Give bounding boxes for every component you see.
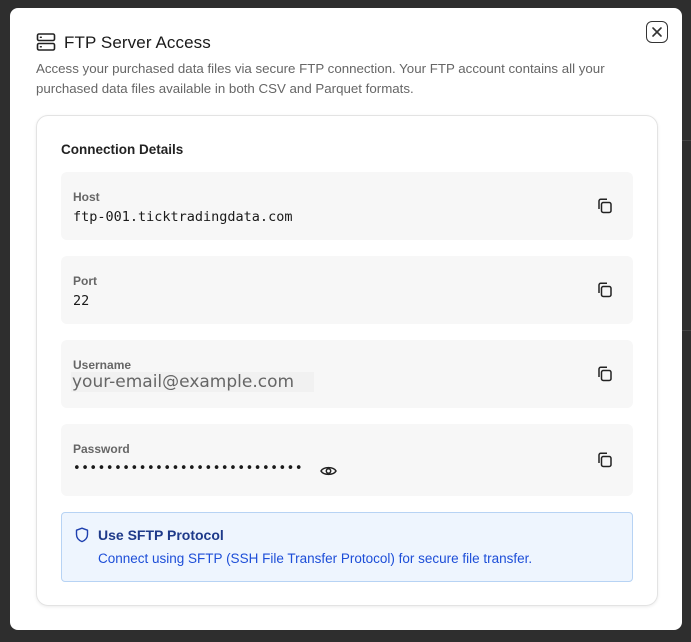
port-value[interactable]: 22	[73, 293, 89, 309]
sftp-description: Connect using SFTP (SSH File Transfer Pr…	[98, 551, 533, 566]
port-field: Port 22	[61, 256, 633, 324]
copy-host-icon[interactable]	[596, 197, 614, 215]
connection-details-title: Connection Details	[61, 142, 184, 157]
shield-icon	[75, 527, 89, 543]
host-label: Host	[73, 190, 100, 204]
password-field: Password ••••••••••••••••••••••••••••	[61, 424, 633, 496]
sftp-info-alert: Use SFTP Protocol Connect using SFTP (SS…	[61, 512, 633, 582]
eye-icon[interactable]	[320, 464, 337, 478]
username-field: Username your-email@example.com	[61, 340, 633, 408]
server-icon	[36, 33, 56, 51]
copy-username-icon[interactable]	[596, 365, 614, 383]
username-value[interactable]: your-email@example.com	[71, 372, 315, 392]
ftp-access-dialog: FTP Server Access Access your purchased …	[10, 8, 682, 630]
connection-details-card: Connection Details Host ftp-001.ticktrad…	[36, 115, 658, 606]
password-value[interactable]: ••••••••••••••••••••••••••••	[73, 461, 303, 476]
host-value[interactable]: ftp-001.ticktradingdata.com	[73, 209, 292, 225]
copy-port-icon[interactable]	[596, 281, 614, 299]
username-label: Username	[73, 358, 132, 372]
dialog-title: FTP Server Access	[64, 33, 211, 52]
port-label: Port	[73, 274, 97, 288]
close-button[interactable]	[646, 21, 668, 43]
host-field: Host ftp-001.ticktradingdata.com	[61, 172, 633, 240]
copy-password-icon[interactable]	[596, 451, 614, 469]
close-icon	[652, 27, 662, 37]
dialog-description: Access your purchased data files via sec…	[36, 61, 605, 96]
password-label: Password	[73, 442, 130, 456]
sftp-title: Use SFTP Protocol	[98, 527, 224, 543]
